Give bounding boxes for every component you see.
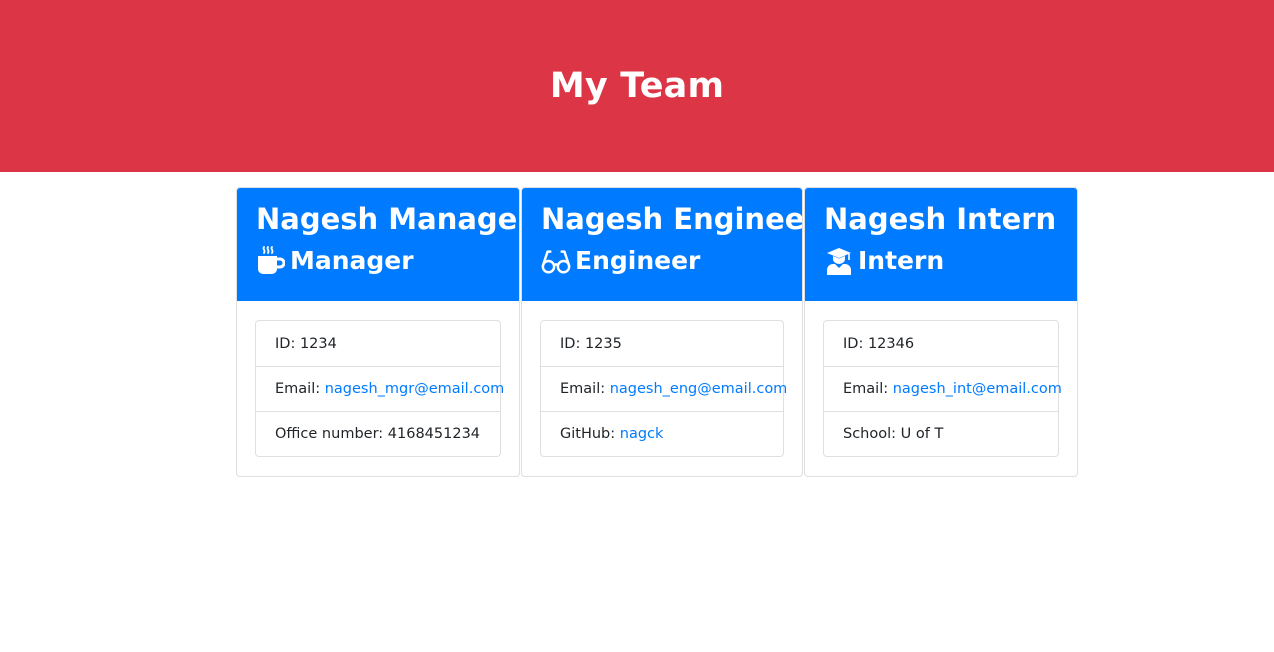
glasses-icon xyxy=(541,246,571,276)
employee-name: Nagesh Engineer xyxy=(541,202,803,236)
card-header: Nagesh Engineer Engineer xyxy=(522,188,802,301)
office-number-row: Office number: 4168451234 xyxy=(256,411,500,456)
email-label: Email: xyxy=(843,381,889,397)
id-row: ID: 1235 xyxy=(541,321,783,366)
employee-role: Manager xyxy=(256,245,500,277)
office-number-value: 4168451234 xyxy=(387,426,481,442)
email-row: Email: nagesh_mgr@email.com xyxy=(256,366,504,411)
email-row: Email: nagesh_eng@email.com xyxy=(541,366,787,411)
id-label: ID: xyxy=(560,335,581,352)
school-row: School: U of T xyxy=(824,411,1058,456)
employee-role-label: Manager xyxy=(290,246,414,275)
id-row: ID: 12346 xyxy=(824,321,1058,366)
id-value: 1234 xyxy=(299,335,337,352)
id-label: ID: xyxy=(843,335,864,352)
employee-details: ID: 1234 Email: nagesh_mgr@email.com Off… xyxy=(255,320,504,457)
employee-card-intern: Nagesh Intern Intern ID: 12346 Email: na… xyxy=(804,187,1078,477)
employee-card-manager: Nagesh Manager Manager ID: 1234 Email: n… xyxy=(236,187,520,477)
email-label: Email: xyxy=(275,381,321,397)
employee-details: ID: 1235 Email: nagesh_eng@email.com Git… xyxy=(540,320,787,457)
page-header: My Team xyxy=(0,0,1274,172)
id-value: 12346 xyxy=(867,335,915,352)
email-label: Email: xyxy=(560,381,606,397)
employee-role-label: Engineer xyxy=(575,246,701,275)
employee-card-engineer: Nagesh Engineer Engineer ID: 1235 Email:… xyxy=(521,187,803,477)
team-cards: Nagesh Manager Manager ID: 1234 Email: n… xyxy=(236,187,1078,477)
github-row: GitHub: nagck xyxy=(541,411,783,456)
card-body: ID: 1234 Email: nagesh_mgr@email.com Off… xyxy=(237,301,519,476)
github-label: GitHub: xyxy=(560,426,616,442)
email-link[interactable]: nagesh_mgr@email.com xyxy=(325,381,505,397)
card-body: ID: 1235 Email: nagesh_eng@email.com Git… xyxy=(522,301,802,476)
id-row: ID: 1234 xyxy=(256,321,500,366)
card-header: Nagesh Intern Intern xyxy=(805,188,1077,301)
employee-role: Engineer xyxy=(541,245,783,277)
github-link[interactable]: nagck xyxy=(620,426,664,442)
employee-name: Nagesh Intern xyxy=(824,202,1057,236)
id-value: 1235 xyxy=(584,335,622,352)
employee-role-label: Intern xyxy=(858,246,945,275)
email-link[interactable]: nagesh_eng@email.com xyxy=(610,381,788,397)
card-body: ID: 12346 Email: nagesh_int@email.com Sc… xyxy=(805,301,1077,476)
mug-icon xyxy=(256,246,286,276)
school-label: School: xyxy=(843,426,897,442)
email-row: Email: nagesh_int@email.com xyxy=(824,366,1062,411)
page-title: My Team xyxy=(549,66,725,106)
email-link[interactable]: nagesh_int@email.com xyxy=(893,381,1062,397)
employee-role: Intern xyxy=(824,245,1058,277)
id-label: ID: xyxy=(275,335,296,352)
office-number-label: Office number: xyxy=(275,426,384,442)
employee-name: Nagesh Manager xyxy=(256,202,520,236)
school-value: U of T xyxy=(900,426,944,442)
employee-details: ID: 12346 Email: nagesh_int@email.com Sc… xyxy=(823,320,1062,457)
card-header: Nagesh Manager Manager xyxy=(237,188,519,301)
graduate-icon xyxy=(824,246,854,276)
